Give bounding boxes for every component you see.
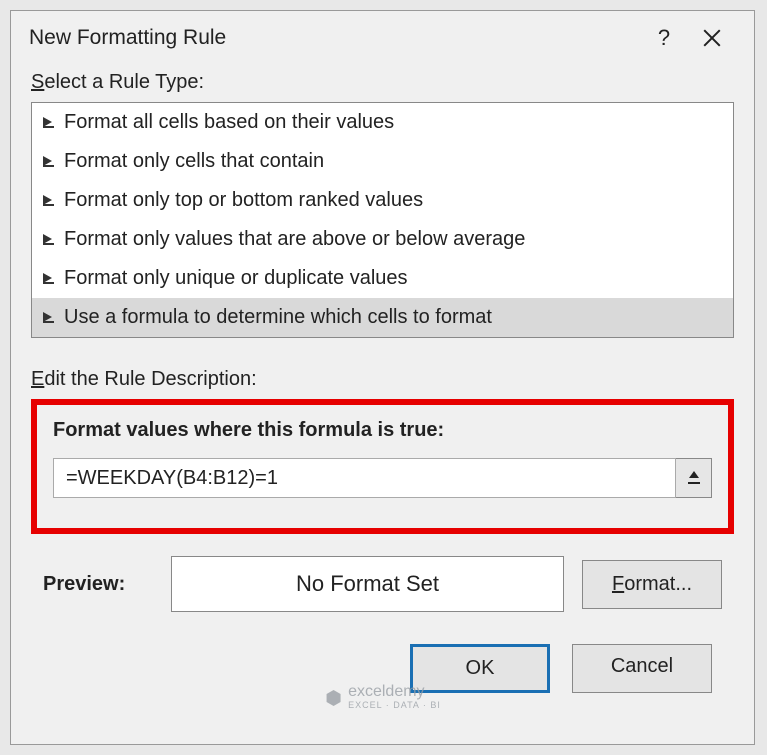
dialog-buttons: OK Cancel — [31, 644, 734, 693]
formula-input[interactable] — [53, 458, 676, 498]
help-button[interactable]: ? — [640, 25, 688, 51]
preview-label: Preview: — [43, 573, 153, 596]
formula-row — [53, 458, 712, 498]
bullet-icon — [42, 311, 56, 325]
rule-type-label: Format all cells based on their values — [64, 111, 394, 134]
rule-type-label: Format only values that are above or bel… — [64, 228, 525, 251]
dialog-title: New Formatting Rule — [29, 26, 640, 50]
rule-type-label: Format only unique or duplicate values — [64, 267, 408, 290]
rule-type-item[interactable]: Format only values that are above or bel… — [32, 220, 733, 259]
close-button[interactable] — [688, 23, 736, 53]
rule-type-item[interactable]: Format only top or bottom ranked values — [32, 181, 733, 220]
formula-caption: Format values where this formula is true… — [53, 419, 712, 442]
rule-type-label: Format only top or bottom ranked values — [64, 189, 423, 212]
rule-type-label: Format only cells that contain — [64, 150, 324, 173]
rule-type-item[interactable]: Use a formula to determine which cells t… — [32, 298, 733, 337]
bullet-icon — [42, 194, 56, 208]
rule-type-item[interactable]: Format all cells based on their values — [32, 103, 733, 142]
rule-type-list[interactable]: Format all cells based on their values F… — [31, 102, 734, 338]
bullet-icon — [42, 272, 56, 286]
range-picker-button[interactable] — [676, 458, 712, 498]
dialog-content: Select a Rule Type: Format all cells bas… — [11, 61, 754, 713]
rule-type-label: Use a formula to determine which cells t… — [64, 306, 492, 329]
titlebar: New Formatting Rule ? — [11, 11, 754, 61]
preview-box: No Format Set — [171, 556, 564, 612]
range-picker-icon — [686, 469, 702, 487]
ok-button[interactable]: OK — [410, 644, 550, 693]
cancel-button[interactable]: Cancel — [572, 644, 712, 693]
edit-rule-description-label: Edit the Rule Description: — [31, 368, 734, 391]
rule-type-item[interactable]: Format only cells that contain — [32, 142, 733, 181]
select-rule-type-label: Select a Rule Type: — [31, 71, 734, 94]
bullet-icon — [42, 155, 56, 169]
format-button[interactable]: Format... — [582, 560, 722, 609]
formula-highlight-box: Format values where this formula is true… — [31, 399, 734, 534]
new-formatting-rule-dialog: New Formatting Rule ? Select a Rule Type… — [10, 10, 755, 745]
preview-row: Preview: No Format Set Format... — [43, 556, 722, 612]
bullet-icon — [42, 116, 56, 130]
rule-type-item[interactable]: Format only unique or duplicate values — [32, 259, 733, 298]
bullet-icon — [42, 233, 56, 247]
